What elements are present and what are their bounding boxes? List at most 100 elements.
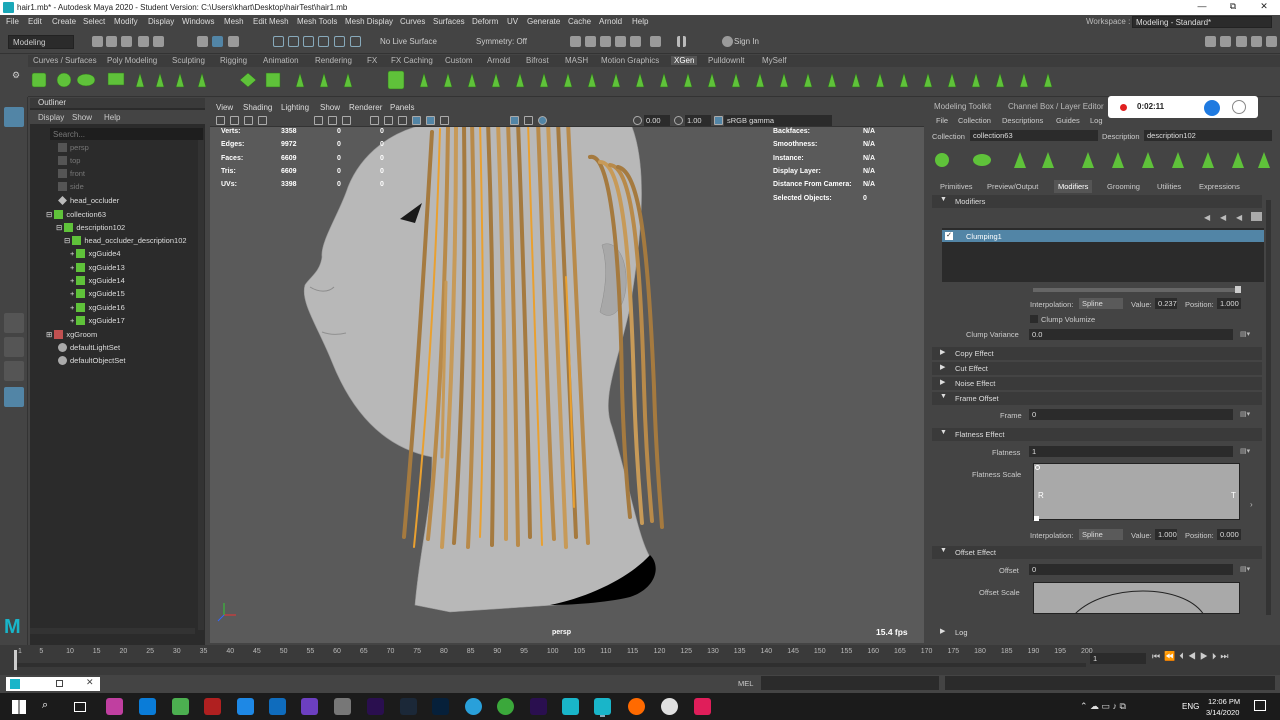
interp1-position-field[interactable]: 1.000 (1217, 298, 1241, 309)
xgen-menu-descriptions[interactable]: Descriptions (1002, 116, 1043, 125)
ramp-bottom-handle[interactable] (1034, 516, 1039, 521)
shelf-tab-fx-caching[interactable]: FX Caching (388, 56, 436, 65)
modifier-enabled-checkbox[interactable]: ✓ (945, 232, 953, 240)
outliner-item-xgguide17[interactable]: + xgGuide17 (70, 316, 125, 329)
key-back-icon[interactable]: ⏴ (1179, 651, 1188, 661)
collapse-arrow-icon[interactable]: ▼ (940, 547, 947, 554)
modifiers-header[interactable]: Modifiers (932, 195, 1262, 208)
red-app-icon[interactable] (204, 698, 221, 715)
language-indicator[interactable]: ENG (1182, 702, 1199, 711)
menu-generate[interactable]: Generate (527, 17, 560, 26)
user-icon[interactable] (722, 36, 733, 47)
outliner-toggle-icon[interactable] (1266, 36, 1277, 47)
subtab-expressions[interactable]: Expressions (1199, 182, 1240, 191)
frame-field[interactable]: 0 (1029, 409, 1233, 420)
outliner-item-xgguide16[interactable]: + xgGuide16 (70, 303, 125, 316)
game-app-icon[interactable] (172, 698, 189, 715)
xray-joints-icon[interactable] (524, 116, 533, 125)
visual-studio-icon[interactable] (301, 698, 318, 715)
menu-create[interactable]: Create (52, 17, 76, 26)
menu-select[interactable]: Select (83, 17, 105, 26)
xray-icon[interactable] (510, 116, 519, 125)
lasso-tool-icon[interactable] (4, 133, 24, 153)
tab-modeling-toolkit[interactable]: Modeling Toolkit (934, 102, 991, 111)
interp2-value-field[interactable]: 1.000 (1155, 529, 1177, 540)
interp2-position-field[interactable]: 0.000 (1217, 529, 1241, 540)
windows-start-icon[interactable] (12, 700, 26, 714)
panel-scrollbar[interactable] (1266, 200, 1271, 615)
undo-icon[interactable] (138, 36, 149, 47)
open-scene-icon[interactable] (106, 36, 117, 47)
shelf-tab-sculpting[interactable]: Sculpting (169, 56, 208, 65)
lights-icon[interactable] (426, 116, 435, 125)
paint-select-icon[interactable] (4, 157, 24, 177)
expand-arrow-icon[interactable]: ▶ (940, 378, 945, 386)
layout-four-icon[interactable] (4, 337, 24, 357)
outliner-menu-help[interactable]: Help (104, 113, 120, 122)
frame-offset-section[interactable]: Frame Offset (932, 392, 1262, 405)
flatness-scale-ramp[interactable]: R T (1033, 463, 1240, 521)
interp1-dropdown[interactable]: Spline (1079, 298, 1123, 309)
subtab-grooming[interactable]: Grooming (1107, 182, 1140, 191)
outliner-item-persp[interactable]: persp (58, 143, 89, 156)
snap-projected-icon[interactable] (318, 36, 329, 47)
shelf-tab-fx[interactable]: FX (364, 56, 380, 65)
photos-icon[interactable] (334, 698, 351, 715)
layout-outliner-icon[interactable] (4, 387, 24, 407)
layout-single-icon[interactable] (4, 313, 24, 333)
grid-icon[interactable] (314, 116, 323, 125)
bookmark-icon[interactable] (244, 116, 253, 125)
select-object-icon[interactable] (212, 36, 223, 47)
menu-arnold[interactable]: Arnold (599, 17, 622, 26)
current-frame-field[interactable]: 1 (1090, 653, 1146, 664)
scene-render[interactable] (210, 127, 924, 643)
viewport-panel[interactable]: View Shading Lighting Show Renderer Pane… (210, 100, 924, 643)
select-hierarchy-icon[interactable] (197, 36, 208, 47)
shelf-tab-poly-modeling[interactable]: Poly Modeling (104, 56, 160, 65)
description-dropdown[interactable]: description102 (1144, 130, 1272, 141)
subtab-utilities[interactable]: Utilities (1157, 182, 1181, 191)
outliner-item-xgguide14[interactable]: + xgGuide14 (70, 276, 125, 289)
expression-icon[interactable]: ▤▾ (1240, 330, 1252, 338)
mel-label[interactable]: MEL (738, 679, 753, 688)
shelf-tab-rendering[interactable]: Rendering (312, 56, 355, 65)
shelf-tab-bifrost[interactable]: Bifrost (523, 56, 552, 65)
collapse-arrow-icon[interactable]: ▼ (940, 429, 947, 436)
green-app-icon[interactable] (497, 698, 514, 715)
menu-uv[interactable]: UV (507, 17, 518, 26)
outliner-item-defaultlightset[interactable]: defaultLightSet (58, 343, 120, 356)
mini-close-icon[interactable]: ✕ (86, 677, 94, 688)
mic-off-icon[interactable] (1232, 100, 1246, 114)
snap-curve-icon[interactable] (288, 36, 299, 47)
vp-menu-renderer[interactable]: Renderer (349, 103, 382, 112)
exposure-icon[interactable] (633, 116, 642, 125)
shelf-tab-custom[interactable]: Custom (442, 56, 476, 65)
outliner-menu-display[interactable]: Display (38, 113, 64, 122)
interp2-dropdown[interactable]: Spline (1079, 529, 1123, 540)
xgen-toolbar-icons[interactable] (932, 148, 1272, 172)
premiere-icon[interactable] (367, 698, 384, 715)
make-live-icon[interactable] (350, 36, 361, 47)
mail-icon[interactable] (237, 698, 254, 715)
modeling-toolkit-icon[interactable] (1205, 36, 1216, 47)
xgen-menu-log[interactable]: Log (1090, 116, 1103, 125)
music-icon[interactable] (661, 698, 678, 715)
maya-active-taskbar-icon[interactable] (594, 698, 611, 715)
add-modifier-icon[interactable]: ◀ (1236, 213, 1242, 222)
pause-icon[interactable] (677, 36, 686, 47)
ramp-expand-icon[interactable]: › (1250, 500, 1253, 509)
menu-windows[interactable]: Windows (182, 17, 214, 26)
render-settings-icon[interactable] (615, 36, 626, 47)
menu-display[interactable]: Display (148, 17, 174, 26)
telegram-icon[interactable] (465, 698, 482, 715)
photoshop-icon[interactable] (432, 698, 449, 715)
stop-record-button[interactable] (1204, 100, 1220, 116)
snap-grid-icon[interactable] (273, 36, 284, 47)
expand-arrow-icon[interactable]: ▶ (940, 348, 945, 356)
redo-icon[interactable] (153, 36, 164, 47)
ramp-slider-handle[interactable] (1235, 286, 1241, 293)
layout-two-icon[interactable] (4, 361, 24, 381)
notification-icon[interactable] (1254, 700, 1266, 711)
vp-menu-panels[interactable]: Panels (390, 103, 414, 112)
menu-edit-mesh[interactable]: Edit Mesh (253, 17, 289, 26)
